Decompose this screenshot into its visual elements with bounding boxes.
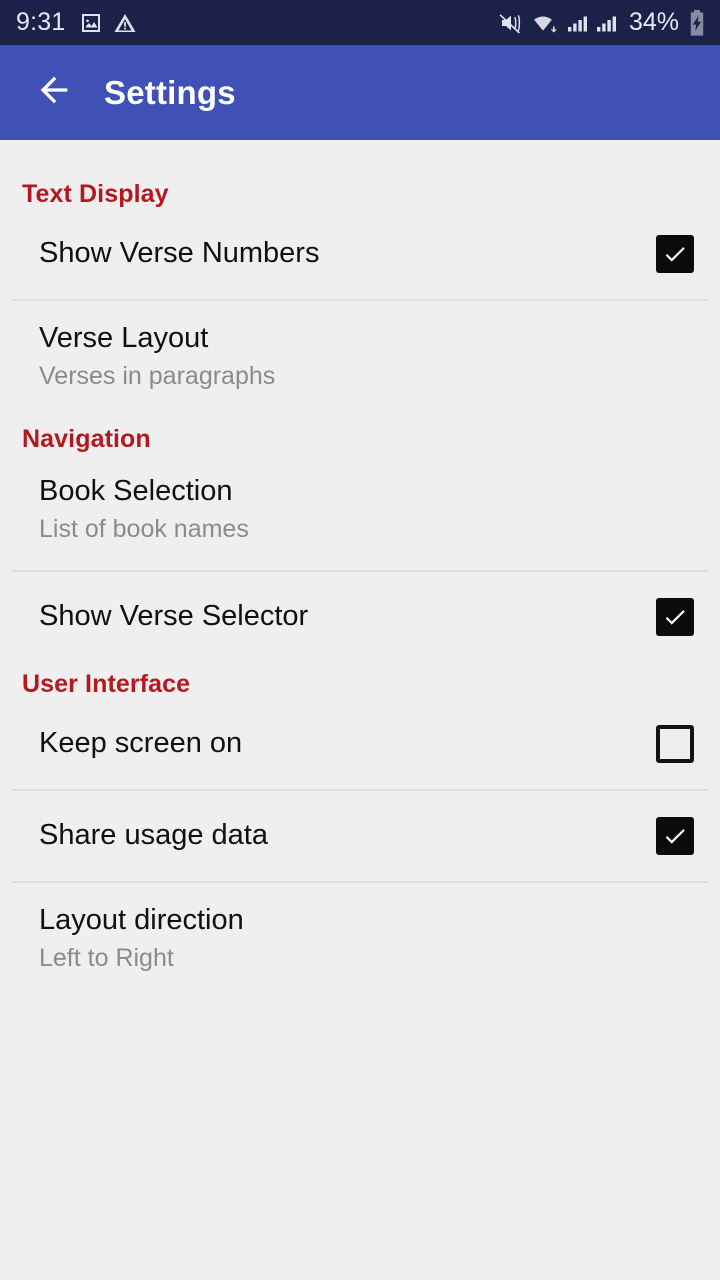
battery-percent-label: 34%	[628, 8, 679, 36]
volume-mute-icon	[499, 11, 525, 35]
checkbox-checked[interactable]	[656, 598, 694, 636]
back-button[interactable]	[30, 69, 78, 117]
warning-icon	[113, 11, 137, 35]
settings-row-text: Show Verse Numbers	[39, 236, 656, 271]
settings-row-text: Verse Layout Verses in paragraphs	[39, 321, 694, 393]
checkbox-checked[interactable]	[656, 817, 694, 855]
settings-row-summary: Verses in paragraphs	[39, 362, 276, 391]
settings-row-title: Show Verse Selector	[39, 600, 309, 633]
status-bar-notification-icons	[79, 11, 137, 35]
settings-row[interactable]: Book Selection List of book names	[0, 464, 720, 560]
settings-row-text: Book Selection List of book names	[39, 474, 694, 546]
settings-row-text: Show Verse Selector	[39, 599, 656, 634]
checkbox-unchecked[interactable]	[656, 725, 694, 763]
settings-row[interactable]: Verse Layout Verses in paragraphs	[0, 311, 720, 407]
settings-row-title: Layout direction	[39, 904, 244, 936]
section-header: Text Display	[22, 180, 169, 208]
wifi-icon	[532, 11, 560, 35]
settings-row-title: Book Selection	[39, 475, 233, 507]
battery-charging-icon	[688, 9, 706, 36]
settings-row-text: Layout direction Left to Right	[39, 903, 694, 975]
signal-icon	[567, 11, 589, 35]
checkbox-checked[interactable]	[656, 235, 694, 273]
section-header: User Interface	[22, 670, 191, 698]
settings-row-title: Keep screen on	[39, 727, 243, 760]
settings-row[interactable]: Keep screen on	[0, 709, 720, 779]
list-divider	[12, 789, 708, 791]
settings-row-text: Keep screen on	[39, 726, 656, 761]
settings-row[interactable]: Share usage data	[0, 801, 720, 871]
page-title: Settings	[104, 73, 236, 111]
list-divider	[12, 570, 708, 572]
signal-icon	[596, 11, 618, 35]
status-bar-clock: 9:31	[16, 8, 66, 36]
settings-row[interactable]: Show Verse Selector	[0, 582, 720, 652]
settings-row-title: Show Verse Numbers	[39, 237, 320, 270]
settings-row-title: Share usage data	[39, 819, 268, 852]
status-bar: 9:31 34%	[0, 0, 720, 45]
section-header: Navigation	[22, 425, 151, 453]
arrow-back-icon	[34, 70, 74, 115]
settings-row-title: Verse Layout	[39, 322, 209, 354]
settings-row-summary: Left to Right	[39, 944, 174, 973]
status-bar-system-icons: 34%	[499, 8, 706, 37]
app-bar: Settings	[0, 45, 720, 140]
settings-row-summary: List of book names	[39, 515, 249, 544]
list-divider	[12, 881, 708, 883]
settings-row-text: Share usage data	[39, 818, 656, 853]
image-icon	[79, 11, 103, 35]
settings-list[interactable]: Text Display Show Verse Numbers Verse Layo…	[0, 140, 720, 1280]
settings-row[interactable]: Layout direction Left to Right	[0, 893, 720, 989]
list-divider	[12, 299, 708, 301]
settings-row[interactable]: Show Verse Numbers	[0, 219, 720, 289]
